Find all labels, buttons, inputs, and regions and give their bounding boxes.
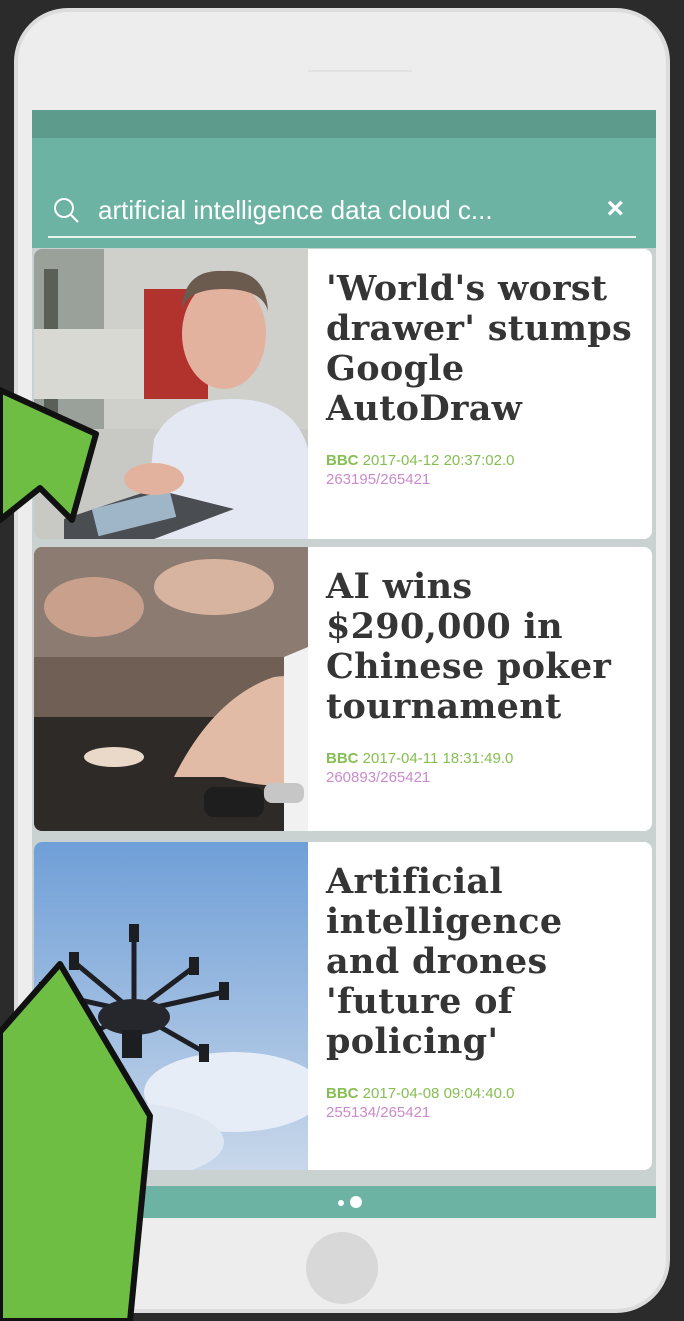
annotation-arrows xyxy=(0,387,153,1321)
annotation-arrow-lower xyxy=(0,961,153,1321)
annotation-arrow-upper xyxy=(0,387,99,523)
